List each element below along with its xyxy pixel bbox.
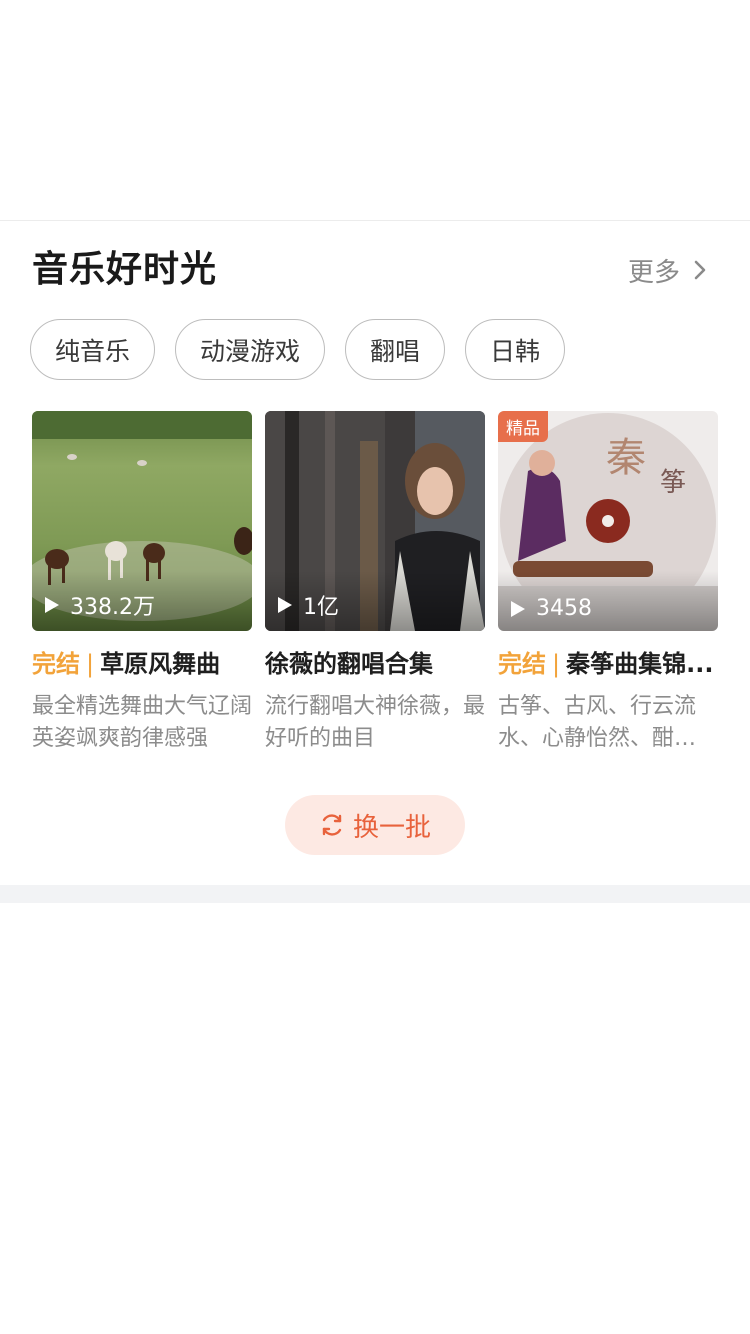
play-count-value: 1亿 bbox=[303, 595, 339, 620]
section-separator bbox=[0, 885, 750, 903]
card-description: 古筝、古风、行云流水、心静怡然、酣… bbox=[498, 694, 697, 751]
refresh-button[interactable]: 换一批 bbox=[285, 795, 465, 855]
play-count-value: 338.2万 bbox=[70, 595, 155, 620]
svg-text:筝: 筝 bbox=[660, 468, 686, 498]
card-description: 最全精选舞曲大气辽阔英姿飒爽韵律感强 bbox=[32, 694, 252, 751]
status-separator: | bbox=[86, 650, 95, 678]
play-count: 1亿 bbox=[277, 589, 339, 621]
play-count-value: 3458 bbox=[536, 596, 592, 621]
album-card[interactable]: 秦 筝 精品 3458 完结 | 秦筝曲集锦... 古筝、古风、行云流水、心静怡然、… bbox=[498, 411, 718, 755]
card-title-text: 草原风舞曲 bbox=[100, 650, 221, 678]
status-separator: | bbox=[552, 650, 561, 678]
top-blank-area bbox=[0, 0, 750, 220]
status-label: 完结 bbox=[498, 650, 546, 678]
category-tags: 纯音乐 动漫游戏 翻唱 日韩 bbox=[30, 319, 585, 380]
tag-pure-music[interactable]: 纯音乐 bbox=[30, 319, 156, 380]
card-title: 徐薇的翻唱合集 bbox=[265, 650, 433, 678]
card-title: 完结 | 秦筝曲集锦... bbox=[498, 647, 718, 681]
svg-text:秦: 秦 bbox=[606, 435, 646, 481]
play-icon bbox=[45, 597, 59, 613]
play-count: 338.2万 bbox=[44, 589, 155, 621]
refresh-icon bbox=[322, 814, 342, 836]
play-icon bbox=[511, 600, 525, 617]
album-cover[interactable]: 1亿 bbox=[265, 411, 485, 631]
album-card[interactable]: 1亿 徐薇的翻唱合集 流行翻唱大神徐薇，最好听的曲目 bbox=[265, 411, 485, 755]
album-card[interactable]: 338.2万 完结 | 草原风舞曲 最全精选舞曲大气辽阔英姿飒爽韵律感强 bbox=[32, 411, 252, 755]
tag-jp-kr[interactable]: 日韩 bbox=[465, 319, 566, 380]
premium-badge: 精品 bbox=[498, 411, 548, 442]
status-label: 完结 bbox=[32, 650, 80, 678]
tag-cover[interactable]: 翻唱 bbox=[345, 319, 446, 380]
chevron-right-icon bbox=[694, 260, 706, 280]
more-link[interactable]: 更多 bbox=[628, 247, 710, 293]
play-count: 3458 bbox=[510, 596, 592, 621]
more-label: 更多 bbox=[627, 257, 680, 288]
card-description: 流行翻唱大神徐薇，最好听的曲目 bbox=[265, 694, 485, 751]
play-icon bbox=[278, 597, 292, 613]
album-cards: 338.2万 完结 | 草原风舞曲 最全精选舞曲大气辽阔英姿飒爽韵律感强 1亿 … bbox=[32, 411, 732, 761]
refresh-label: 换一批 bbox=[352, 812, 431, 843]
album-cover[interactable]: 338.2万 bbox=[32, 411, 252, 631]
card-title: 完结 | 草原风舞曲 bbox=[32, 647, 252, 681]
music-section: 音乐好时光 更多 纯音乐 动漫游戏 翻唱 日韩 338.2万 完结 | 草原风舞… bbox=[0, 221, 750, 885]
section-title: 音乐好时光 bbox=[32, 249, 218, 290]
section-header: 音乐好时光 更多 bbox=[32, 247, 718, 293]
card-title-text: 秦筝曲集锦... bbox=[566, 650, 714, 678]
album-cover[interactable]: 秦 筝 精品 3458 bbox=[498, 411, 718, 631]
tag-anime-games[interactable]: 动漫游戏 bbox=[175, 319, 326, 380]
